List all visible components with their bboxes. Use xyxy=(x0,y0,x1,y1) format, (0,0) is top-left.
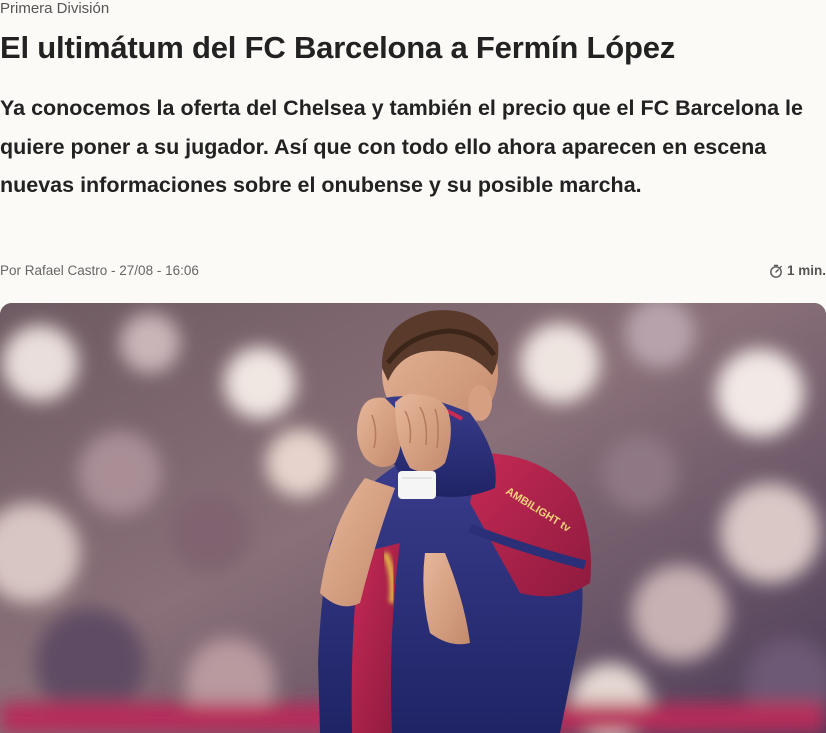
player-photo: AMBILIGHT tv xyxy=(0,303,826,733)
hero-image[interactable]: AMBILIGHT tv xyxy=(0,303,826,733)
byline: Por Rafael Castro - 27/08 - 16:06 xyxy=(0,263,199,278)
stopwatch-icon xyxy=(769,264,783,278)
article-lede: Ya conocemos la oferta del Chelsea y tam… xyxy=(0,96,803,197)
headline: El ultimátum del FC Barcelona a Fermín L… xyxy=(0,30,676,65)
reading-time-label: 1 min. xyxy=(786,263,826,278)
article: Primera División El ultimátum del FC Bar… xyxy=(0,0,826,733)
reading-time: 1 min. xyxy=(769,262,826,280)
category-label[interactable]: Primera División xyxy=(0,0,109,18)
